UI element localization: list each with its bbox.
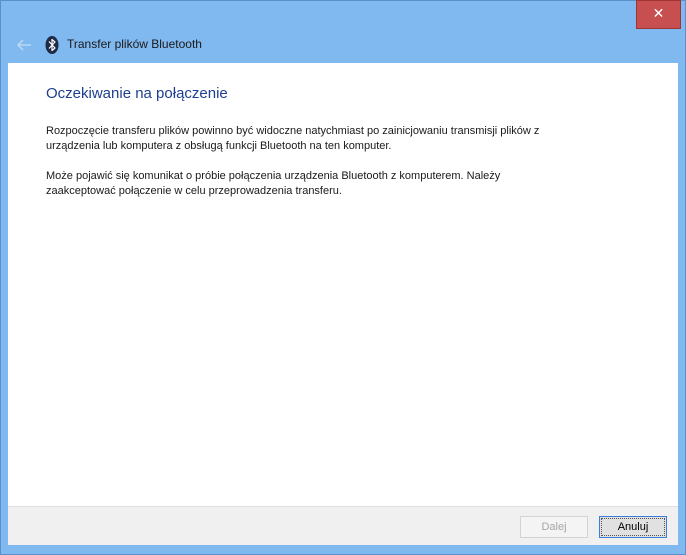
button-bar: Dalej Anuluj (8, 506, 678, 545)
bluetooth-icon (45, 36, 59, 54)
bluetooth-transfer-window: ✕ Transfer plików Bluetooth Oczekiwanie … (0, 0, 686, 555)
page-heading: Oczekiwanie na połączenie (46, 85, 228, 102)
back-button[interactable] (13, 34, 35, 56)
cancel-button[interactable]: Anuluj (599, 516, 667, 538)
focus-rectangle (601, 518, 665, 536)
instruction-text-2: Może pojawić się komunikat o próbie połą… (46, 170, 501, 197)
back-arrow-icon (16, 39, 31, 51)
title-bar: ✕ Transfer plików Bluetooth (1, 0, 685, 63)
content-panel: Oczekiwanie na połączenie Rozpoczęcie tr… (8, 63, 678, 506)
close-icon: ✕ (652, 6, 665, 22)
instruction-text-1: Rozpoczęcie transferu plików powinno być… (46, 125, 540, 152)
close-button[interactable]: ✕ (636, 0, 681, 29)
next-button[interactable]: Dalej (520, 516, 588, 538)
window-title: Transfer plików Bluetooth (67, 37, 202, 51)
